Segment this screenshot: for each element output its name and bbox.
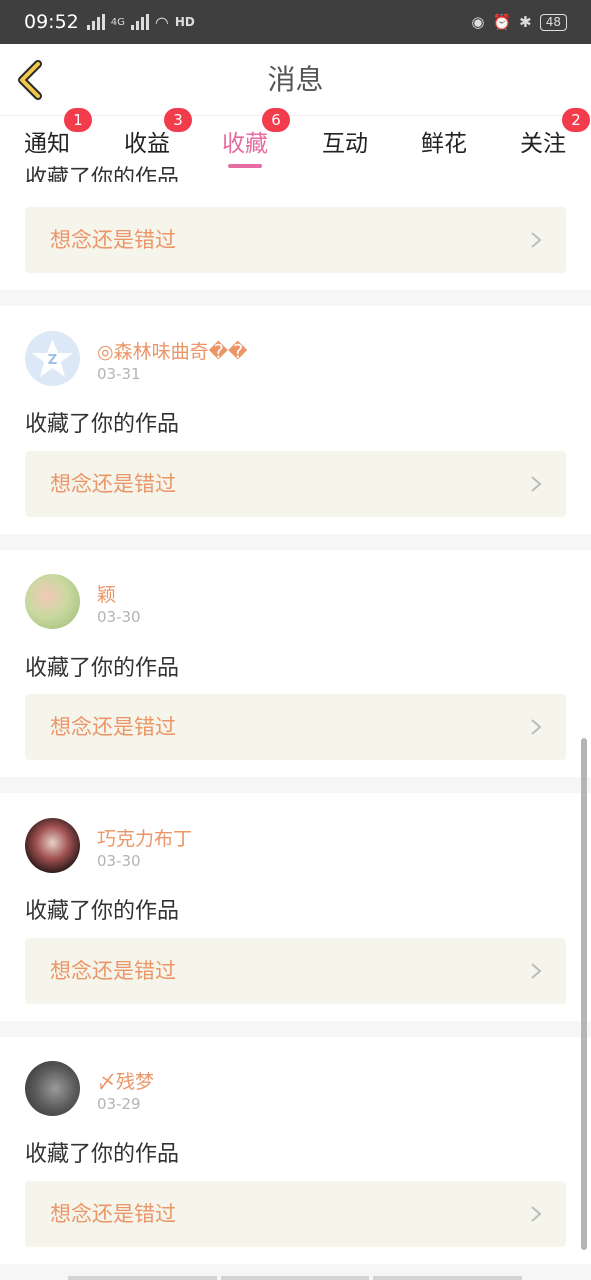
scrollbar[interactable] [581,738,587,1250]
network-type: 4G [110,16,125,28]
tab-label: 收藏 [222,131,268,157]
date: 03-30 [97,608,141,626]
tab-label: 收益 [124,131,170,157]
tab-earnings[interactable]: 收益 3 [124,108,192,166]
tab-label: 通知 [24,131,70,157]
work-card[interactable]: 想念还是错过 [25,694,566,760]
action-text: 收藏了你的作品 [25,656,180,681]
tab-badge: 6 [262,108,290,132]
work-card[interactable]: 想念还是错过 [25,938,566,1004]
default-avatar-icon: Z [32,339,73,377]
tab-bar: 通知 1 收益 3 收藏 6 互动 鲜花 关注 2 [0,108,591,168]
chevron-right-icon [531,1206,542,1222]
avatar-default[interactable]: Z [25,331,80,386]
back-arrow-icon[interactable] [14,58,50,102]
page-title: 消息 [267,63,324,96]
signal-icon [86,14,105,30]
work-card[interactable]: 想念还是错过 [25,207,566,273]
date: 03-30 [97,852,141,870]
wifi-icon: ◠ [154,12,169,32]
work-title: 想念还是错过 [50,1202,176,1226]
hd-icon: HD [174,15,195,29]
tab-badge: 3 [164,108,192,132]
alarm-icon: ⏰ [492,13,512,31]
action-text: 收藏了你的作品 [25,412,180,437]
separator [0,1021,591,1037]
work-title: 想念还是错过 [50,228,176,252]
avatar-hand[interactable] [25,1061,80,1116]
chevron-right-icon [531,963,542,979]
status-time: 09:52 [24,11,79,33]
lock-icon: ◉ [471,13,485,31]
avatar-girl[interactable] [25,818,80,873]
work-card[interactable]: 想念还是错过 [25,1181,566,1247]
separator [0,777,591,793]
chevron-right-icon [531,476,542,492]
avatar-flower[interactable] [25,574,80,629]
separator [0,290,591,306]
tab-interactions[interactable]: 互动 [322,124,368,166]
chevron-right-icon [531,232,542,248]
svg-text:Z: Z [48,353,57,368]
username[interactable]: 〆残梦 [97,1067,154,1094]
work-title: 想念还是错过 [50,959,176,983]
tab-follows[interactable]: 关注 2 [520,108,590,166]
battery-icon: 48 [539,13,567,31]
bottom-divider [68,1276,523,1280]
tab-badge: 2 [562,108,590,132]
tab-label: 互动 [322,131,368,157]
date: 03-31 [97,365,141,383]
title-bar: 消息 [0,44,591,116]
work-title: 想念还是错过 [50,472,176,496]
action-text: 收藏了你的作品 [25,899,180,924]
tab-favorites[interactable]: 收藏 6 [222,108,290,168]
action-text: 收藏了你的作品 [25,166,180,182]
tab-label: 关注 [520,131,566,157]
work-card[interactable]: 想念还是错过 [25,451,566,517]
username[interactable]: 颖 [97,580,116,607]
tab-label: 鲜花 [421,131,467,157]
username[interactable]: 巧克力布丁 [97,824,192,851]
signal-icon-2 [130,14,149,30]
tab-notifications[interactable]: 通知 1 [24,108,92,166]
status-bar: 09:52 4G ◠ HD ◉ ⏰ ✱ 48 [0,0,591,44]
separator [0,534,591,550]
action-text: 收藏了你的作品 [25,1142,180,1167]
tab-flowers[interactable]: 鲜花 [421,124,467,166]
chevron-right-icon [531,719,542,735]
message-list[interactable]: 收藏了你的作品 想念还是错过 Z ◎森林味曲奇�� 03-31 收藏了你的作品 … [0,166,591,1280]
username[interactable]: ◎森林味曲奇�� [97,337,248,364]
work-title: 想念还是错过 [50,715,176,739]
date: 03-29 [97,1095,141,1113]
bluetooth-icon: ✱ [519,13,532,31]
tab-badge: 1 [64,108,92,132]
